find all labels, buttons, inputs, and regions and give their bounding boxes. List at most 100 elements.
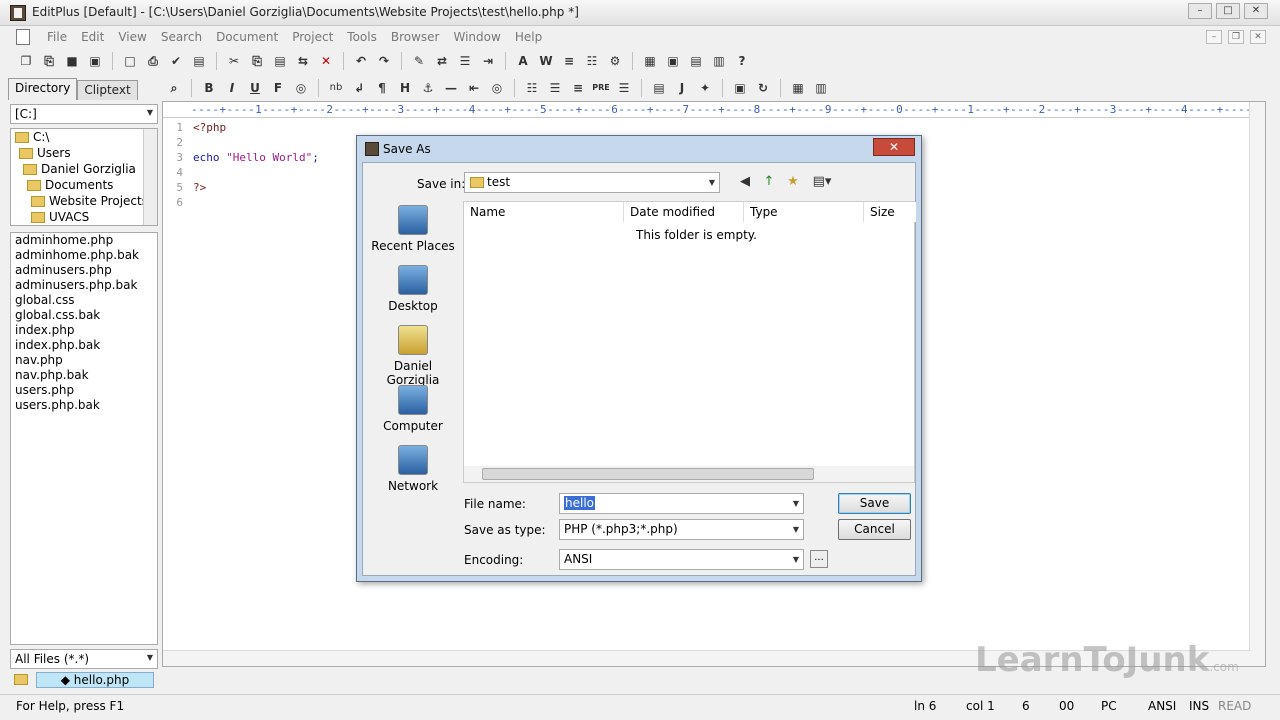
directory-window-icon[interactable]: ▣: [663, 51, 683, 71]
status-read-mode[interactable]: READ: [1218, 699, 1251, 713]
menu-file[interactable]: File: [40, 30, 74, 44]
color-picker-icon[interactable]: ◎: [291, 78, 311, 98]
file-list-item[interactable]: adminusers.php.bak: [11, 278, 157, 293]
image-icon[interactable]: ◎: [487, 78, 507, 98]
menu-help[interactable]: Help: [508, 30, 549, 44]
file-filter-select[interactable]: All Files (*.*) ▼: [10, 649, 158, 669]
center-icon[interactable]: ☰: [545, 78, 565, 98]
menu-window[interactable]: Window: [447, 30, 508, 44]
file-list-item[interactable]: nav.php: [11, 353, 157, 368]
redo-icon[interactable]: ↷: [374, 51, 394, 71]
color-icon[interactable]: ▦: [788, 78, 808, 98]
undo-icon[interactable]: ↶: [351, 51, 371, 71]
maximize-button[interactable]: □: [1216, 3, 1240, 19]
toolbar-tool-icon[interactable]: ▣: [730, 78, 750, 98]
page-setup-icon[interactable]: ▤: [189, 51, 209, 71]
column-header-name[interactable]: Name: [464, 202, 624, 222]
document-icon[interactable]: [16, 29, 30, 45]
tab-cliptext[interactable]: Cliptext: [77, 80, 138, 100]
replace-icon[interactable]: ⇄: [432, 51, 452, 71]
place-user-folder[interactable]: Daniel Gorziglia: [367, 325, 459, 387]
file-list-view[interactable]: Name Date modified Type Size This folder…: [463, 201, 916, 483]
javascript-button[interactable]: J: [672, 78, 692, 98]
tree-item[interactable]: Users: [11, 145, 157, 161]
line-break-icon[interactable]: ↲: [349, 78, 369, 98]
nbsp-button[interactable]: nb: [326, 78, 346, 98]
column-header-type[interactable]: Type: [744, 202, 864, 222]
place-desktop[interactable]: Desktop: [367, 265, 459, 313]
find-in-files-icon[interactable]: ☰: [455, 51, 475, 71]
menu-document[interactable]: Document: [209, 30, 285, 44]
line-numbers-icon[interactable]: ≡: [559, 51, 579, 71]
tree-item[interactable]: C:\: [11, 129, 157, 145]
doc-restore-button[interactable]: ❐: [1228, 30, 1244, 44]
tree-scrollbar[interactable]: [143, 129, 157, 225]
file-list-item[interactable]: global.css.bak: [11, 308, 157, 323]
tree-item[interactable]: Daniel Gorziglia: [11, 161, 157, 177]
menu-browser[interactable]: Browser: [384, 30, 447, 44]
pre-button[interactable]: PRE: [591, 78, 611, 98]
underline-button[interactable]: U: [245, 78, 265, 98]
menu-view[interactable]: View: [111, 30, 153, 44]
file-list-item[interactable]: adminusers.php: [11, 263, 157, 278]
copy-icon[interactable]: ⎘: [247, 51, 267, 71]
menu-search[interactable]: Search: [154, 30, 209, 44]
document-tab-hello[interactable]: ◆ hello.php: [36, 672, 154, 688]
paste-icon[interactable]: ▤: [270, 51, 290, 71]
new-folder-icon[interactable]: ★: [784, 173, 802, 191]
paragraph-icon[interactable]: ¶: [372, 78, 392, 98]
font-tag-button[interactable]: F: [268, 78, 288, 98]
editplus-app-icon[interactable]: [10, 5, 26, 21]
close-button[interactable]: ✕: [1244, 3, 1268, 19]
form-icon[interactable]: ▤: [649, 78, 669, 98]
place-computer[interactable]: Computer: [367, 385, 459, 433]
preview-icon[interactable]: ⌕: [164, 78, 184, 98]
print-icon[interactable]: ⎙: [143, 51, 163, 71]
cut-icon[interactable]: ✂: [224, 51, 244, 71]
tab-directory[interactable]: Directory: [8, 78, 78, 100]
fullscreen-icon[interactable]: ▥: [709, 51, 729, 71]
preferences-icon[interactable]: ⚙: [605, 51, 625, 71]
column-header-date-modified[interactable]: Date modified: [624, 202, 744, 222]
find-icon[interactable]: ✎: [409, 51, 429, 71]
delete-icon[interactable]: ✕: [316, 51, 336, 71]
up-folder-icon[interactable]: ↑: [760, 173, 778, 191]
help-icon[interactable]: ?: [732, 51, 752, 71]
browser-icon[interactable]: ▦: [640, 51, 660, 71]
minimize-button[interactable]: –: [1188, 3, 1212, 19]
output-window-icon[interactable]: ▤: [686, 51, 706, 71]
css-icon[interactable]: ✦: [695, 78, 715, 98]
menu-tools[interactable]: Tools: [340, 30, 384, 44]
word-wrap-icon[interactable]: W: [536, 51, 556, 71]
tree-item[interactable]: Website Projects: [11, 193, 157, 209]
font-icon[interactable]: A: [513, 51, 533, 71]
editor-vertical-scrollbar[interactable]: [1249, 102, 1265, 666]
list-icon[interactable]: ☰: [614, 78, 634, 98]
place-network[interactable]: Network: [367, 445, 459, 493]
scrollbar-thumb[interactable]: [482, 468, 814, 480]
drive-select[interactable]: [C:] ▼: [10, 104, 158, 124]
file-list-item[interactable]: users.php.bak: [11, 398, 157, 413]
status-insert-mode[interactable]: INS: [1189, 699, 1209, 713]
open-file-icon[interactable]: ⎘: [39, 51, 59, 71]
status-encoding[interactable]: ANSI: [1148, 699, 1176, 713]
encoding-select[interactable]: ANSI ▼: [559, 549, 804, 570]
menu-edit[interactable]: Edit: [74, 30, 111, 44]
file-list-item[interactable]: nav.php.bak: [11, 368, 157, 383]
column-select-icon[interactable]: ☷: [582, 51, 602, 71]
cancel-button[interactable]: Cancel: [838, 519, 911, 540]
horizontal-rule-icon[interactable]: —: [441, 78, 461, 98]
window-icon[interactable]: ▥: [811, 78, 831, 98]
file-list-item[interactable]: index.php.bak: [11, 338, 157, 353]
refresh-icon[interactable]: ↻: [753, 78, 773, 98]
file-list-item[interactable]: global.css: [11, 293, 157, 308]
file-name-input[interactable]: hello ▼: [559, 493, 804, 514]
tree-item[interactable]: Documents: [11, 177, 157, 193]
doc-close-button[interactable]: ✕: [1250, 30, 1266, 44]
clipboard-icon[interactable]: ⇆: [293, 51, 313, 71]
save-in-select[interactable]: test ▼: [464, 172, 720, 193]
file-list-item[interactable]: users.php: [11, 383, 157, 398]
view-menu-icon[interactable]: ▤▾: [808, 173, 836, 191]
save-icon[interactable]: ■: [62, 51, 82, 71]
file-list-item[interactable]: adminhome.php: [11, 233, 157, 248]
